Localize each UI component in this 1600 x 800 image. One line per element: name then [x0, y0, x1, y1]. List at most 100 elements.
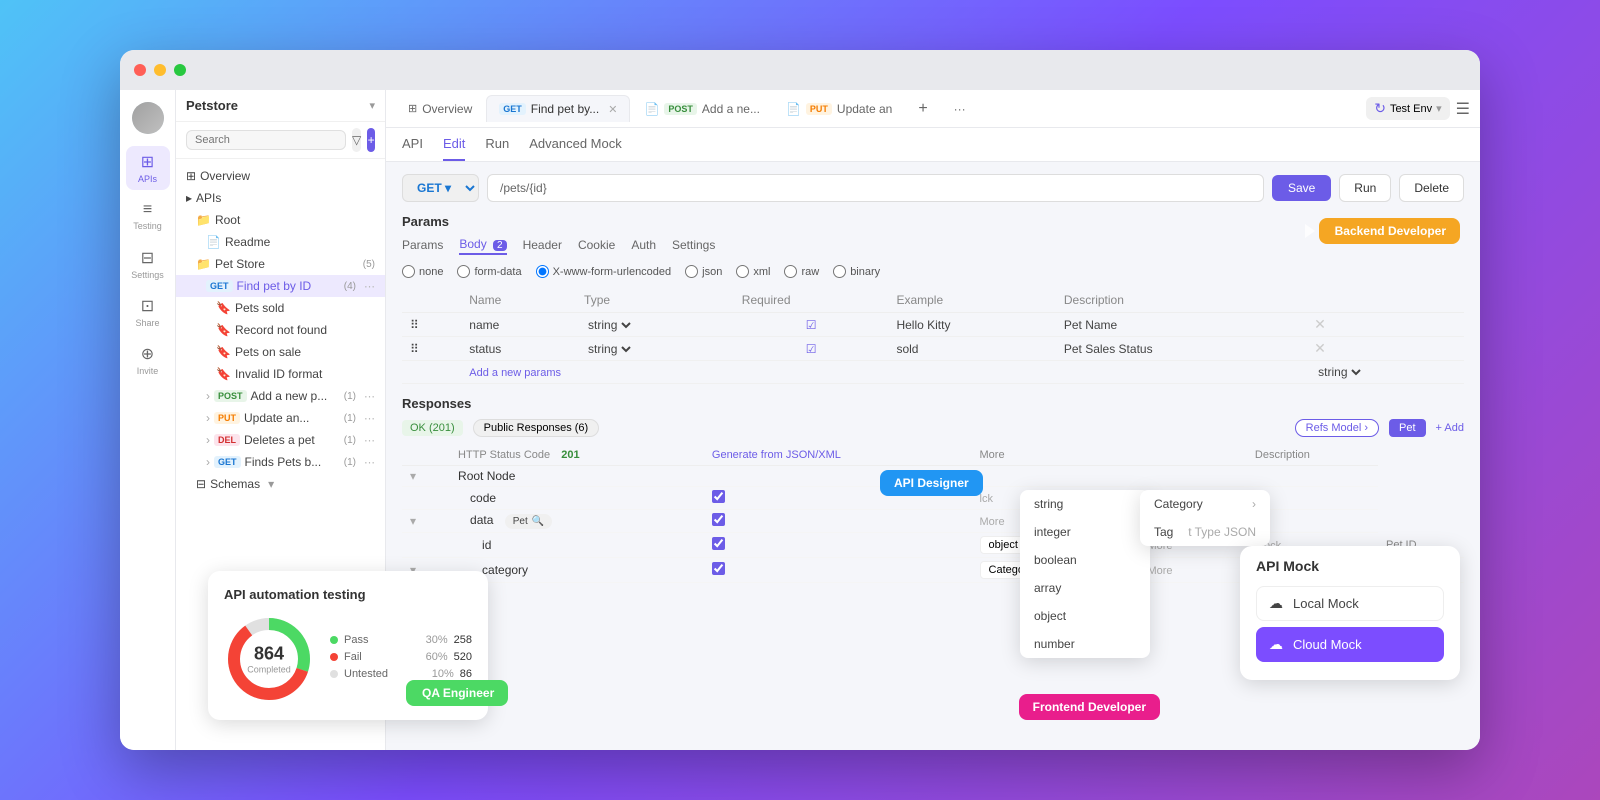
minimize-dot[interactable]: [154, 64, 166, 76]
tree-record-not-found[interactable]: 🔖 Record not found: [176, 319, 385, 341]
save-button[interactable]: Save: [1272, 175, 1331, 201]
type-boolean[interactable]: boolean: [1020, 546, 1150, 574]
tab-run[interactable]: Run: [485, 136, 509, 161]
tree-overview[interactable]: ⊞ Overview: [176, 165, 385, 187]
delete-row-2[interactable]: ✕: [1314, 340, 1326, 356]
expand-icon[interactable]: ▾: [410, 469, 416, 483]
param-tab-header[interactable]: Header: [523, 238, 562, 254]
radio-none[interactable]: none: [402, 265, 443, 278]
param-tab-cookie[interactable]: Cookie: [578, 238, 615, 254]
type-object[interactable]: object: [1020, 602, 1150, 630]
radio-json[interactable]: json: [685, 265, 722, 278]
sidebar-item-testing[interactable]: ≡ Testing: [126, 194, 170, 238]
more-icon[interactable]: ⋯: [364, 280, 375, 293]
radio-xml[interactable]: xml: [736, 265, 770, 278]
param-tab-params[interactable]: Params: [402, 238, 443, 254]
close-dot[interactable]: [134, 64, 146, 76]
menu-icon[interactable]: ☰: [1456, 99, 1470, 119]
frontend-developer-badge[interactable]: Frontend Developer: [1019, 694, 1160, 720]
tree-petstore[interactable]: 📁 Pet Store (5): [176, 253, 385, 275]
add-response-button[interactable]: + Add: [1436, 422, 1464, 434]
tab-edit[interactable]: Edit: [443, 136, 465, 161]
param-type-1[interactable]: string: [576, 313, 734, 337]
delete-row-1[interactable]: ✕: [1314, 316, 1326, 332]
id-checkbox[interactable]: [712, 537, 725, 550]
data-more[interactable]: More: [980, 516, 1005, 528]
radio-formdata[interactable]: form-data: [457, 265, 521, 278]
expand-icon-2[interactable]: ▾: [410, 514, 416, 528]
env-selector[interactable]: ↻ Test Env ▾: [1366, 97, 1449, 120]
backend-developer-badge[interactable]: Backend Developer: [1319, 218, 1460, 244]
type-string[interactable]: string: [1020, 490, 1150, 518]
tree-del-delete[interactable]: › DEL Deletes a pet (1) ⋯: [176, 429, 385, 451]
tree-put-update[interactable]: › PUT Update an... (1) ⋯: [176, 407, 385, 429]
qa-engineer-badge[interactable]: QA Engineer: [406, 680, 508, 706]
param-type-2[interactable]: string: [576, 337, 734, 361]
add-param-button[interactable]: Add a new params: [469, 367, 561, 379]
tree-pets-sold[interactable]: 🔖 Pets sold: [176, 297, 385, 319]
param-required-2[interactable]: ☑: [734, 337, 889, 361]
tree-get-finds[interactable]: › GET Finds Pets b... (1) ⋯: [176, 451, 385, 473]
radio-raw[interactable]: raw: [784, 265, 819, 278]
radio-urlencoded[interactable]: X-www-form-urlencoded: [536, 265, 672, 278]
drag-handle[interactable]: ⠿: [402, 313, 461, 337]
sidebar-item-invite[interactable]: ⊕ Invite: [126, 338, 170, 382]
tab-advanced-mock[interactable]: Advanced Mock: [529, 136, 622, 161]
sidebar-item-settings[interactable]: ⊟ Settings: [126, 242, 170, 286]
avatar[interactable]: [132, 102, 164, 134]
code-checkbox[interactable]: [712, 490, 725, 503]
maximize-dot[interactable]: [174, 64, 186, 76]
delete-button[interactable]: Delete: [1399, 174, 1464, 202]
local-mock-item[interactable]: ☁ Local Mock: [1256, 586, 1444, 621]
more-icon-5[interactable]: ⋯: [364, 456, 375, 469]
sidebar-item-apis[interactable]: ⊞ APIs: [126, 146, 170, 190]
type-integer[interactable]: integer: [1020, 518, 1150, 546]
tree-post-add[interactable]: › POST Add a new p... (1) ⋯: [176, 385, 385, 407]
param-tab-settings[interactable]: Settings: [672, 238, 715, 254]
radio-binary[interactable]: binary: [833, 265, 880, 278]
tree-schemas[interactable]: ⊟ Schemas ▾: [176, 473, 385, 495]
data-checkbox[interactable]: [712, 513, 725, 526]
sidebar-item-share[interactable]: ⊡ Share: [126, 290, 170, 334]
type-array[interactable]: array: [1020, 574, 1150, 602]
add-button[interactable]: +: [367, 128, 375, 152]
tree-invalid-id[interactable]: 🔖 Invalid ID format: [176, 363, 385, 385]
pet-button[interactable]: Pet: [1389, 419, 1426, 437]
type-number[interactable]: number: [1020, 630, 1150, 658]
tree-find-pet[interactable]: GET Find pet by ID (4) ⋯: [176, 275, 385, 297]
api-designer-badge[interactable]: API Designer: [880, 470, 983, 496]
tree-readme[interactable]: 📄 Readme: [176, 231, 385, 253]
param-tab-auth[interactable]: Auth: [631, 238, 656, 254]
url-input[interactable]: [487, 174, 1264, 202]
param-required-1[interactable]: ☑: [734, 313, 889, 337]
tree-pets-on-sale[interactable]: 🔖 Pets on sale: [176, 341, 385, 363]
tab-overview[interactable]: ⊞ Overview: [396, 96, 484, 122]
tab-post-add[interactable]: 📄 POST Add a ne...: [632, 96, 772, 122]
data-pet-selector[interactable]: Pet 🔍: [505, 514, 552, 529]
generate-link[interactable]: Generate from JSON/XML: [712, 449, 841, 461]
filter-button[interactable]: ▽: [352, 128, 361, 152]
param-tab-body[interactable]: Body 2: [459, 237, 506, 255]
more-icon-4[interactable]: ⋯: [364, 434, 375, 447]
tab-api[interactable]: API: [402, 136, 423, 161]
more-icon-2[interactable]: ⋯: [364, 390, 375, 403]
category-more[interactable]: More: [1147, 565, 1172, 577]
run-button[interactable]: Run: [1339, 174, 1391, 202]
method-select[interactable]: GET ▾: [402, 174, 479, 202]
search-input[interactable]: [186, 130, 346, 150]
tree-root[interactable]: 📁 Root: [176, 209, 385, 231]
pet-category[interactable]: Category ›: [1140, 490, 1270, 518]
tab-add[interactable]: +: [906, 94, 939, 124]
cloud-mock-item[interactable]: ☁ Cloud Mock: [1256, 627, 1444, 662]
drag-handle-2[interactable]: ⠿: [402, 337, 461, 361]
tab-get-find[interactable]: GET Find pet by... ✕: [486, 95, 630, 122]
more-icon-3[interactable]: ⋯: [364, 412, 375, 425]
tab-put-update[interactable]: 📄 PUT Update an: [774, 96, 904, 122]
tree-apis[interactable]: ▸ APIs: [176, 187, 385, 209]
pet-tag[interactable]: Tag t Type JSON: [1140, 518, 1270, 546]
category-checkbox[interactable]: [712, 562, 725, 575]
public-responses-button[interactable]: Public Responses (6): [473, 419, 600, 437]
tab-close-icon[interactable]: ✕: [608, 103, 617, 116]
refs-model-button[interactable]: Refs Model ›: [1295, 419, 1379, 437]
tab-more[interactable]: ···: [942, 96, 978, 122]
